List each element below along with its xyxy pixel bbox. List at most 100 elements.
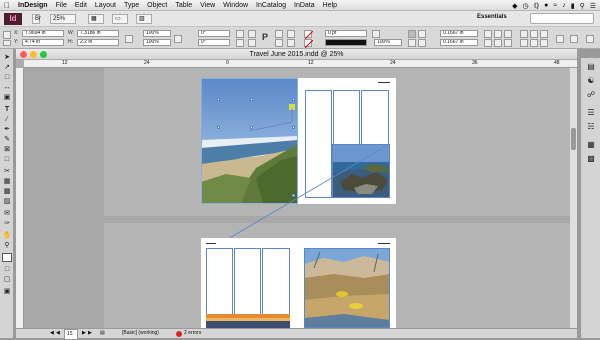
panel-options-icon[interactable] [586, 35, 594, 43]
content-aware-fit-icon[interactable] [504, 39, 512, 47]
reference-point-icon-2[interactable] [3, 40, 11, 46]
hand-tool-icon[interactable]: ✋ [2, 231, 12, 240]
select-previous-icon[interactable] [287, 30, 295, 38]
dropbox-icon[interactable]: ◆ [512, 2, 517, 10]
rectangle-tool-icon[interactable]: □ [2, 155, 12, 164]
height-field[interactable]: 2.2 in [77, 39, 119, 46]
stroke-panel-icon[interactable]: ☰ [585, 108, 597, 117]
distribute-center-icon[interactable] [530, 39, 538, 47]
swatches-panel-icon[interactable]: ☵ [585, 122, 597, 131]
menu-edit[interactable]: Edit [71, 0, 91, 11]
page-number-field[interactable]: 15 [64, 329, 78, 340]
gradient-feather-tool-icon[interactable]: ▨ [2, 197, 12, 206]
layers-panel-icon[interactable]: ☯ [585, 76, 597, 85]
screen-mode-icon[interactable]: ▣ [2, 287, 12, 296]
pen-tool-icon[interactable]: ✒ [2, 125, 12, 134]
content-collector-icon[interactable]: ▣ [2, 93, 12, 102]
zoom-select[interactable]: 25% [50, 14, 76, 24]
fit-frame-icon[interactable] [504, 30, 512, 38]
reference-point-icon[interactable] [3, 31, 11, 39]
rotate-ccw-icon[interactable] [248, 30, 256, 38]
vertical-ruler[interactable] [16, 68, 24, 328]
fill-stroke-swatch-icon[interactable] [2, 253, 12, 262]
stroke-weight-field[interactable]: 0 pt [325, 30, 367, 37]
view-options-button[interactable]: ▦ [88, 14, 104, 24]
menu-table[interactable]: Table [171, 0, 196, 11]
rotation-field[interactable]: 0° [198, 30, 230, 37]
error-count[interactable]: 2 errors [184, 329, 201, 338]
first-page-button[interactable]: ◀ [50, 329, 54, 338]
sunset-photo[interactable] [206, 314, 290, 328]
auto-fit-icon[interactable] [484, 30, 492, 38]
menu-type[interactable]: Type [120, 0, 143, 11]
offset-top-field[interactable]: 0.1667 in [440, 30, 478, 37]
eyedropper-tool-icon[interactable]: ✑ [2, 219, 12, 228]
open-page-menu-icon[interactable]: ▤ [100, 329, 105, 338]
menu-layout[interactable]: Layout [91, 0, 120, 11]
prev-page-button[interactable]: ◀ [56, 329, 60, 338]
distribute-left-icon[interactable] [520, 39, 528, 47]
bridge-icon[interactable]: Br [32, 14, 41, 24]
scale-x-field[interactable]: 100% [143, 30, 171, 37]
fill-swatch[interactable] [304, 30, 313, 39]
flip-horizontal-icon[interactable] [236, 39, 244, 47]
menu-help[interactable]: Help [319, 0, 341, 11]
quick-apply-icon[interactable] [556, 35, 564, 43]
apply-none-icon[interactable]: ▢ [2, 275, 12, 284]
gap-tool-icon[interactable]: ↔ [2, 83, 12, 92]
select-next-icon[interactable] [287, 39, 295, 47]
wrap-shape-icon[interactable] [408, 39, 416, 47]
x-field[interactable]: 7.9694 in [22, 30, 64, 37]
menu-object[interactable]: Object [143, 0, 171, 11]
gradient-tool-icon[interactable]: ▩ [2, 187, 12, 196]
battery-icon[interactable]: ▮ [571, 2, 575, 10]
fit-content-icon[interactable] [494, 30, 502, 38]
wifi-icon[interactable]: ≈ [553, 2, 557, 9]
select-container-icon[interactable] [275, 30, 283, 38]
bluetooth-icon[interactable]: ℚ [534, 2, 540, 10]
apple-icon[interactable]:  [0, 1, 14, 10]
stroke-type-select[interactable] [325, 39, 367, 46]
menu-incatalog[interactable]: InCatalog [252, 0, 290, 11]
shear-field[interactable]: 0° [198, 39, 230, 46]
image-frame[interactable] [304, 248, 390, 328]
distribute-right-icon[interactable] [540, 39, 548, 47]
scissors-tool-icon[interactable]: ✂ [2, 167, 12, 176]
arrange-documents-button[interactable]: ▧ [136, 14, 152, 24]
stroke-swatch[interactable] [304, 39, 313, 48]
note-tool-icon[interactable]: ✉ [2, 209, 12, 218]
control-panel-menu-icon[interactable] [570, 35, 578, 43]
horizontal-ruler[interactable]: 12 24 0 12 24 36 48 [24, 60, 577, 68]
offset-bottom-field[interactable]: 0.1667 in [440, 39, 478, 46]
zoom-tool-icon[interactable]: ⚲ [2, 241, 12, 250]
workspace-switcher[interactable]: Essentials [477, 14, 507, 20]
fill-proportionally-icon[interactable] [484, 39, 492, 47]
notifications-icon[interactable]: ☰ [590, 2, 596, 10]
cc-libraries-panel-icon[interactable]: ▩ [585, 154, 597, 163]
screen-mode-button[interactable]: ▭ [112, 14, 128, 24]
vertical-scrollbar[interactable] [570, 68, 577, 328]
center-content-icon[interactable] [494, 39, 502, 47]
scroll-thumb[interactable] [571, 128, 576, 150]
volume-icon[interactable]: ♪ [562, 2, 566, 9]
menu-indesign[interactable]: InDesign [14, 0, 52, 11]
constrain-proportions-icon[interactable] [125, 35, 133, 43]
spotlight-icon[interactable]: ⚲ [580, 2, 585, 10]
wrap-jump-icon[interactable] [418, 39, 426, 47]
clock-icon[interactable]: ◷ [523, 2, 529, 10]
type-tool-icon[interactable]: T [2, 105, 12, 114]
menu-indata[interactable]: InData [290, 0, 319, 11]
links-panel-icon[interactable]: ☍ [585, 90, 597, 99]
direct-selection-tool-icon[interactable]: ↗ [2, 63, 12, 72]
constrain-scale-icon[interactable] [174, 35, 182, 43]
width-field[interactable]: 7.3186 in [77, 30, 119, 37]
rectangle-frame-tool-icon[interactable]: ⊠ [2, 145, 12, 154]
user-icon[interactable]: ● [544, 2, 548, 9]
line-tool-icon[interactable]: ⁄ [2, 115, 12, 124]
selection-tool-icon[interactable]: ➤ [2, 53, 12, 62]
last-page-button[interactable]: ▶ [88, 329, 92, 338]
align-center-icon[interactable] [530, 30, 538, 38]
flip-vertical-icon[interactable] [248, 39, 256, 47]
effects-icon[interactable] [372, 30, 380, 38]
opacity-field[interactable]: 100% [374, 39, 402, 46]
